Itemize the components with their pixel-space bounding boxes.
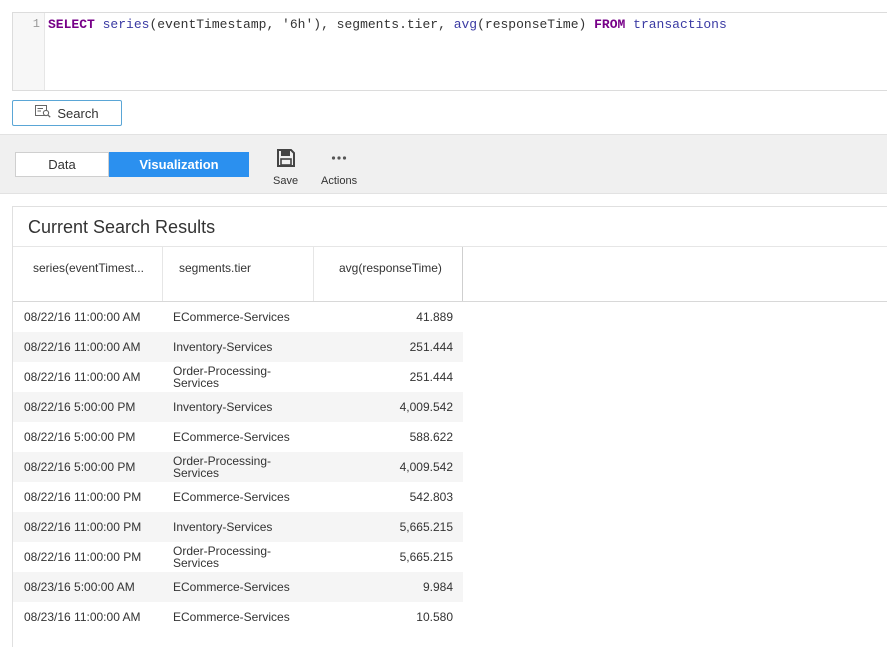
column-header-response-time[interactable]: avg(responseTime) (314, 247, 463, 301)
search-button[interactable]: Search (12, 100, 122, 126)
table-name: transactions (633, 17, 727, 32)
cell-series: 08/22/16 11:00:00 AM (24, 370, 141, 384)
cell-response-time: 5,665.215 (399, 550, 453, 564)
keyword-select: SELECT (48, 17, 95, 32)
ellipsis-icon (331, 147, 347, 169)
cell-tier: Inventory-Services (173, 340, 273, 354)
cell-response-time: 9.984 (422, 580, 453, 594)
table-row[interactable]: 08/22/16 11:00:00 AM Inventory-Services … (13, 332, 463, 362)
cell-response-time: 251.444 (409, 340, 453, 354)
avg-arguments: (responseTime) (477, 17, 595, 32)
query-editor[interactable]: 1 SELECT series(eventTimestamp, '6h'), s… (12, 12, 887, 91)
cell-series: 08/22/16 11:00:00 PM (24, 550, 142, 564)
cell-series: 08/22/16 11:00:00 PM (24, 490, 142, 504)
cell-series: 08/22/16 5:00:00 PM (24, 460, 136, 474)
cell-response-time: 542.803 (409, 490, 453, 504)
cell-tier: Order-Processing-Services (173, 544, 272, 570)
cell-response-time: 4,009.542 (399, 460, 453, 474)
table-row[interactable]: 08/23/16 11:00:00 AM ECommerce-Services … (13, 602, 463, 632)
actions-label: Actions (321, 175, 358, 187)
results-panel: Current Search Results series(eventTimes… (12, 206, 887, 647)
cell-series: 08/22/16 11:00:00 AM (24, 340, 141, 354)
cell-tier: Inventory-Services (173, 400, 273, 414)
search-query-icon (35, 105, 52, 121)
cell-response-time: 4,009.542 (399, 400, 453, 414)
table-row[interactable]: 08/22/16 11:00:00 PM Inventory-Services … (13, 512, 463, 542)
table-row[interactable]: 08/22/16 5:00:00 PM ECommerce-Services 5… (13, 422, 463, 452)
cell-tier: ECommerce-Services (173, 310, 290, 324)
cell-response-time: 588.622 (409, 430, 453, 444)
results-rows: 08/22/16 11:00:00 AM ECommerce-Services … (13, 302, 463, 632)
table-row[interactable]: 08/22/16 11:00:00 PM Order-Processing-Se… (13, 542, 463, 572)
function-series: series (102, 17, 150, 32)
cell-series: 08/22/16 5:00:00 PM (24, 430, 136, 444)
series-arguments: (eventTimestamp, '6h'), segments.tier, (149, 17, 454, 32)
table-row[interactable]: 08/22/16 11:00:00 AM ECommerce-Services … (13, 302, 463, 332)
cell-tier: Order-Processing-Services (173, 454, 272, 480)
cell-series: 08/23/16 11:00:00 AM (24, 610, 141, 624)
keyword-from: FROM (594, 17, 626, 32)
cell-tier: ECommerce-Services (173, 580, 290, 594)
table-row[interactable]: 08/22/16 11:00:00 AM Order-Processing-Se… (13, 362, 463, 392)
save-icon (276, 147, 296, 169)
table-row[interactable]: 08/22/16 5:00:00 PM Inventory-Services 4… (13, 392, 463, 422)
cell-response-time: 10.580 (416, 610, 453, 624)
cell-tier: Inventory-Services (173, 520, 273, 534)
cell-response-time: 5,665.215 (399, 520, 453, 534)
results-grid-header: series(eventTimest... segments.tier avg(… (13, 246, 887, 302)
table-row[interactable]: 08/22/16 11:00:00 PM ECommerce-Services … (13, 482, 463, 512)
cell-tier: Order-Processing-Services (173, 364, 272, 390)
query-text[interactable]: SELECT series(eventTimestamp, '6h'), seg… (48, 17, 727, 32)
cell-series: 08/23/16 5:00:00 AM (24, 580, 135, 594)
function-avg: avg (453, 17, 478, 32)
cell-response-time: 251.444 (409, 370, 453, 384)
save-button[interactable]: Save (273, 147, 298, 187)
cell-series: 08/22/16 11:00:00 PM (24, 520, 142, 534)
tab-data[interactable]: Data (15, 152, 109, 177)
table-row[interactable]: 08/23/16 5:00:00 AM ECommerce-Services 9… (13, 572, 463, 602)
results-title: Current Search Results (28, 217, 216, 237)
save-label: Save (273, 175, 299, 187)
actions-button[interactable]: Actions (321, 147, 357, 187)
editor-gutter: 1 (13, 13, 45, 90)
cell-response-time: 41.889 (416, 310, 453, 324)
cell-tier: ECommerce-Services (173, 610, 290, 624)
search-button-label: Search (57, 105, 99, 121)
line-number: 1 (32, 17, 40, 31)
view-toggle: Data Visualization (15, 152, 249, 177)
results-toolbar: Data Visualization Save Actions (0, 134, 887, 194)
cell-tier: ECommerce-Services (173, 490, 290, 504)
cell-series: 08/22/16 5:00:00 PM (24, 400, 136, 414)
column-header-tier[interactable]: segments.tier (163, 247, 314, 301)
cell-tier: ECommerce-Services (173, 430, 290, 444)
table-row[interactable]: 08/22/16 5:00:00 PM Order-Processing-Ser… (13, 452, 463, 482)
cell-series: 08/22/16 11:00:00 AM (24, 310, 141, 324)
column-header-series[interactable]: series(eventTimest... (13, 247, 163, 301)
tab-visualization[interactable]: Visualization (109, 152, 249, 177)
